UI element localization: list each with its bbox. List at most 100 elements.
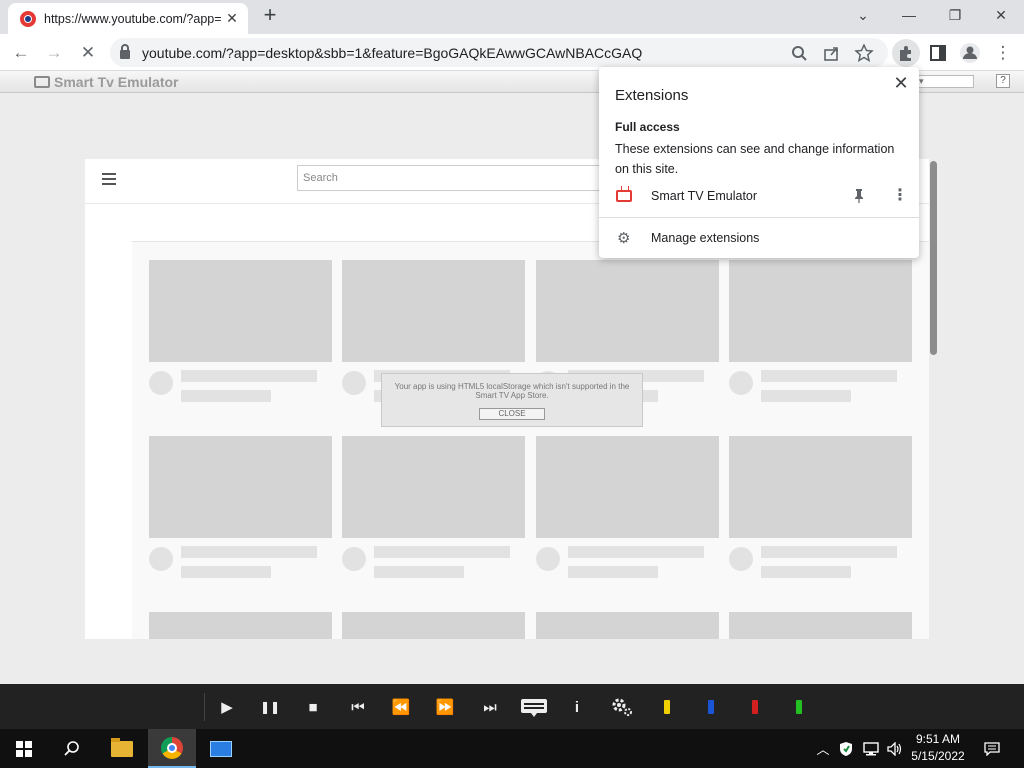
tab-search-button[interactable]: ⌄ <box>840 0 886 30</box>
extension-name[interactable]: Smart TV Emulator <box>651 189 757 203</box>
search-input[interactable]: Search <box>297 165 617 191</box>
manage-extensions-label[interactable]: Manage extensions <box>651 231 759 245</box>
title-placeholder <box>374 546 510 558</box>
video-thumbnail-placeholder[interactable] <box>536 260 719 362</box>
smart-tv-favicon-icon <box>20 10 36 27</box>
stop-icon[interactable]: ■ <box>301 696 325 718</box>
channel-avatar-placeholder <box>149 547 173 571</box>
channel-avatar-placeholder <box>149 371 173 395</box>
start-button[interactable] <box>0 729 48 768</box>
fast-forward-icon[interactable]: ⏩ <box>433 696 457 718</box>
volume-icon[interactable] <box>884 729 906 768</box>
blue-key[interactable] <box>708 700 714 714</box>
address-bar[interactable]: youtube.com/?app=desktop&sbb=1&feature=B… <box>110 38 888 67</box>
next-icon[interactable]: ⏭ <box>478 696 502 718</box>
video-thumbnail-placeholder[interactable] <box>149 612 332 639</box>
chrome-taskbar-button[interactable] <box>148 729 196 768</box>
title-placeholder <box>181 546 317 558</box>
zoom-icon[interactable] <box>790 44 810 62</box>
app-window-icon <box>210 740 232 757</box>
popup-close-icon[interactable]: ✕ <box>891 73 911 93</box>
extensions-puzzle-icon[interactable] <box>897 44 915 62</box>
play-icon[interactable]: ▶ <box>215 696 239 718</box>
video-thumbnail-placeholder[interactable] <box>536 612 719 639</box>
notifications-icon[interactable] <box>980 729 1004 768</box>
info-icon[interactable]: i <box>565 696 589 718</box>
page-scrollbar[interactable] <box>930 161 937 355</box>
channel-avatar-placeholder <box>536 547 560 571</box>
title-placeholder <box>761 546 897 558</box>
localstorage-warning-toast: Your app is using HTML5 localStorage whi… <box>381 373 643 427</box>
tv-remote-bar: ▶ ❚❚ ■ ⏮ ⏪ ⏩ ⏭ i <box>0 684 1024 729</box>
video-thumbnail-placeholder[interactable] <box>729 436 912 538</box>
previous-icon[interactable]: ⏮ <box>346 696 370 718</box>
chrome-menu-button[interactable]: ⋮ <box>990 40 1016 66</box>
network-icon[interactable] <box>860 729 882 768</box>
forward-button[interactable]: → <box>41 40 67 66</box>
pause-icon[interactable]: ❚❚ <box>258 696 282 718</box>
toast-close-button[interactable]: CLOSE <box>479 408 545 420</box>
keyboard-icon[interactable] <box>520 697 548 719</box>
yellow-key[interactable] <box>664 700 670 714</box>
new-tab-button[interactable]: + <box>258 4 282 28</box>
windows-logo-icon <box>16 740 32 757</box>
tv-emulator-icon <box>616 190 632 202</box>
video-thumbnail-placeholder[interactable] <box>149 260 332 362</box>
security-shield-icon[interactable] <box>836 729 856 768</box>
system-clock[interactable]: 9:51 AM 5/15/2022 <box>906 731 970 765</box>
extension-more-icon[interactable]: ⋮ <box>892 187 908 205</box>
emulator-title: Smart Tv Emulator <box>54 74 179 90</box>
channel-avatar-placeholder <box>729 547 753 571</box>
hamburger-menu-icon[interactable] <box>102 173 116 185</box>
video-thumbnail-placeholder[interactable] <box>149 436 332 538</box>
emulator-logo: Smart Tv Emulator <box>34 74 178 90</box>
clock-date: 5/15/2022 <box>911 749 965 763</box>
popup-divider <box>599 217 919 218</box>
title-placeholder <box>181 370 317 382</box>
window-close-button[interactable]: ✕ <box>978 0 1024 30</box>
settings-gears-icon[interactable] <box>610 696 634 718</box>
search-button[interactable] <box>48 729 96 768</box>
video-thumbnail-placeholder[interactable] <box>729 260 912 362</box>
meta-placeholder <box>568 566 658 578</box>
rewind-icon[interactable]: ⏪ <box>389 696 413 718</box>
video-thumbnail-placeholder[interactable] <box>536 436 719 538</box>
video-thumbnail-placeholder[interactable] <box>342 260 525 362</box>
title-placeholder <box>761 370 897 382</box>
chrome-icon <box>161 736 183 759</box>
tab-close-icon[interactable]: ✕ <box>224 10 240 27</box>
red-key[interactable] <box>752 700 758 714</box>
extension-item-smart-tv-emulator[interactable]: Smart TV Emulator ⋮ <box>599 183 919 211</box>
help-button[interactable]: ? <box>996 74 1010 88</box>
tray-overflow-icon[interactable]: ︿ <box>814 729 832 768</box>
back-button[interactable]: ← <box>8 40 34 66</box>
browser-tab[interactable]: https://www.youtube.com/?app= ✕ <box>8 3 248 34</box>
meta-placeholder <box>761 566 851 578</box>
windows-taskbar: ︿ 9:51 AM 5/15/2022 <box>0 729 1024 768</box>
video-thumbnail-placeholder[interactable] <box>342 436 525 538</box>
bookmark-star-icon[interactable] <box>854 44 874 62</box>
channel-avatar-placeholder <box>342 371 366 395</box>
device-select[interactable]: ▾ <box>916 75 974 88</box>
side-panel-icon[interactable] <box>929 44 947 62</box>
meta-placeholder <box>761 390 851 402</box>
tv-icon <box>34 76 50 88</box>
video-thumbnail-placeholder[interactable] <box>342 612 525 639</box>
full-access-description: These extensions can see and change info… <box>615 142 895 176</box>
share-icon[interactable] <box>822 44 842 62</box>
pin-icon[interactable] <box>852 188 866 204</box>
channel-avatar-placeholder <box>342 547 366 571</box>
video-thumbnail-placeholder[interactable] <box>729 612 912 639</box>
minimize-button[interactable]: — <box>886 0 932 30</box>
stop-loading-button[interactable]: ✕ <box>75 40 101 66</box>
file-explorer-button[interactable] <box>98 729 146 768</box>
lock-icon[interactable] <box>120 44 130 59</box>
restore-button[interactable]: ❐ <box>932 0 978 30</box>
manage-extensions-item[interactable]: ⚙ Manage extensions <box>599 225 919 251</box>
popup-title: Extensions <box>615 87 689 104</box>
url-text[interactable]: youtube.com/?app=desktop&sbb=1&feature=B… <box>142 45 642 61</box>
app-taskbar-button[interactable] <box>197 729 245 768</box>
profile-avatar-icon[interactable] <box>959 42 981 64</box>
full-access-heading: Full access <box>615 120 680 134</box>
green-key[interactable] <box>796 700 802 714</box>
